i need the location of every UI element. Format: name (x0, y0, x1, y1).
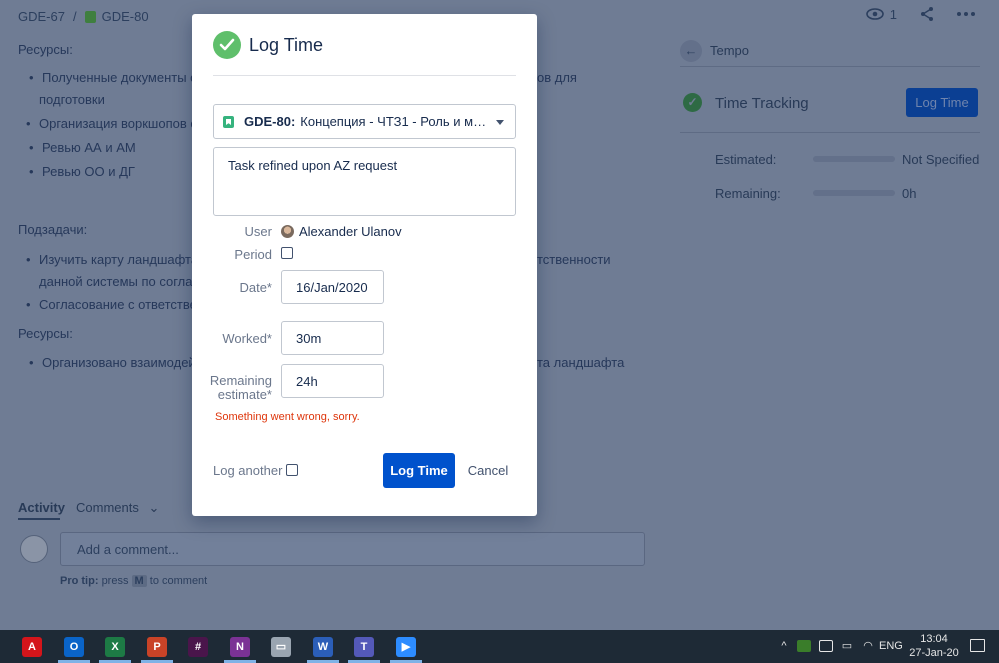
eye-icon (865, 8, 884, 20)
protip: Pro tip: press M to comment (60, 575, 208, 587)
estimated-label: Estimated: (715, 152, 777, 167)
divider (680, 66, 980, 67)
log-time-button[interactable]: Log Time (383, 453, 455, 488)
comments-filter-dropdown[interactable]: Comments ⌄ (76, 500, 159, 516)
activity-heading: Activity (18, 500, 65, 520)
check-circle-icon (213, 31, 241, 59)
log-time-dialog: Log Time GDE-80: Концепция - ЧТЗ1 - Роль … (192, 14, 537, 516)
powerpoint-icon[interactable]: P (147, 637, 167, 657)
list-item: Организация воркшопов с (26, 116, 197, 131)
notification-icon[interactable] (970, 639, 985, 652)
watch-button[interactable]: 1 (865, 6, 897, 22)
worked-label: Worked* (222, 331, 272, 346)
user-label: User (244, 224, 272, 239)
list-item-tail: тственности (537, 252, 611, 267)
clock-date: 27-Jan-20 (909, 647, 959, 659)
remaining-label: Remaining: (715, 186, 781, 201)
error-message: Something went wrong, sorry. (215, 411, 360, 423)
period-checkbox[interactable] (281, 247, 293, 259)
worked-input[interactable] (281, 321, 384, 355)
clock[interactable]: 13:04 27-Jan-20 (909, 632, 959, 660)
remaining-estimate-label: Remaining estimate* (209, 373, 272, 402)
list-item: Полученные документы об (29, 70, 205, 85)
taskbar: A O X P # N ▭ W T ▶ ^ ▭ ◠ ENG 13:04 27-Jan-20 (0, 630, 999, 663)
share-icon (921, 7, 933, 21)
remaining-value: 0h (902, 186, 917, 201)
divider (680, 132, 980, 133)
divider (213, 75, 516, 76)
user-name: Alexander Ulanov (299, 224, 402, 239)
remaining-estimate-input[interactable] (281, 364, 384, 398)
list-item: Ревью ОО и ДГ (29, 164, 135, 179)
tempo-panel-title: Tempo (710, 43, 750, 58)
comment-input[interactable]: Add a comment... (60, 532, 645, 566)
share-button[interactable] (919, 6, 935, 22)
breadcrumb: GDE-67 / GDE-80 (18, 9, 149, 24)
list-item: Согласование с ответственн (26, 297, 211, 312)
breadcrumb-parent-link[interactable]: GDE-67 (18, 9, 65, 24)
log-another-label: Log another (213, 463, 283, 478)
watchers-count: 1 (889, 6, 897, 22)
list-item-continuation: подготовки (39, 92, 105, 107)
date-input[interactable] (281, 270, 384, 304)
file-explorer-icon[interactable]: ▭ (271, 637, 291, 657)
more-icon (957, 12, 975, 16)
remaining-progress-bar (813, 190, 895, 196)
issue-header-actions: 1 (865, 6, 975, 22)
chevron-down-icon: ⌄ (148, 500, 160, 515)
list-item-tail: та ландшафта (537, 355, 625, 370)
outlook-icon[interactable]: O (64, 637, 84, 657)
back-arrow-icon[interactable]: ← (680, 40, 702, 62)
wifi-icon[interactable]: ◠ (861, 640, 875, 652)
avatar (281, 225, 294, 238)
list-item-continuation: данной системы по согласо (39, 274, 207, 289)
language-indicator[interactable]: ENG (879, 640, 903, 652)
description-textarea[interactable]: Task refined upon AZ request (213, 147, 516, 216)
issue-summary: Концепция - ЧТЗ1 - Роль и мест… (300, 114, 506, 129)
excel-icon[interactable]: X (105, 637, 125, 657)
word-icon[interactable]: W (313, 637, 333, 657)
issue-key: GDE-80: (244, 114, 296, 129)
cancel-button[interactable]: Cancel (460, 453, 516, 488)
estimated-value: Not Specified (902, 152, 980, 167)
estimated-progress-bar (813, 156, 895, 162)
tray-app-icon[interactable] (797, 640, 811, 652)
list-item: Ревью АА и АМ (29, 140, 136, 155)
dialog-title: Log Time (249, 35, 324, 55)
onenote-icon[interactable]: N (230, 637, 250, 657)
chevron-up-icon[interactable]: ^ (777, 640, 791, 652)
chevron-down-icon (496, 120, 504, 125)
clock-time: 13:04 (920, 633, 948, 645)
avatar (20, 535, 48, 563)
shortcut-key: M (131, 575, 147, 587)
resources-heading: Ресурсы: (18, 42, 73, 57)
more-actions-button[interactable] (957, 12, 975, 16)
slack-icon[interactable]: # (188, 637, 208, 657)
resources-heading: Ресурсы: (18, 326, 73, 341)
acrobat-icon[interactable]: A (22, 637, 42, 657)
time-tracking-title: Time Tracking (715, 95, 809, 112)
tray-action-icon[interactable] (819, 640, 833, 652)
log-another-checkbox[interactable] (286, 464, 298, 476)
breadcrumb-separator: / (72, 9, 77, 24)
user-value[interactable]: Alexander Ulanov (281, 224, 402, 239)
list-item: Изучить карту ландшафта/и (26, 252, 209, 267)
subtasks-heading: Подзадачи: (18, 222, 88, 237)
zoom-icon[interactable]: ▶ (396, 637, 416, 657)
log-time-panel-button[interactable]: Log Time (906, 88, 978, 117)
comments-filter-label: Comments (76, 500, 139, 515)
breadcrumb-current-link[interactable]: GDE-80 (102, 9, 149, 24)
story-icon (84, 11, 96, 23)
check-circle-icon: ✓ (683, 93, 702, 112)
battery-icon[interactable]: ▭ (840, 640, 854, 652)
issue-select[interactable]: GDE-80: Концепция - ЧТЗ1 - Роль и мест… (213, 104, 516, 139)
period-label: Period (234, 247, 272, 262)
date-label: Date* (239, 280, 272, 295)
story-icon (223, 116, 234, 128)
teams-icon[interactable]: T (354, 637, 374, 657)
list-item-tail: ов для (537, 70, 577, 85)
list-item: Организовано взаимодейс (29, 355, 202, 370)
